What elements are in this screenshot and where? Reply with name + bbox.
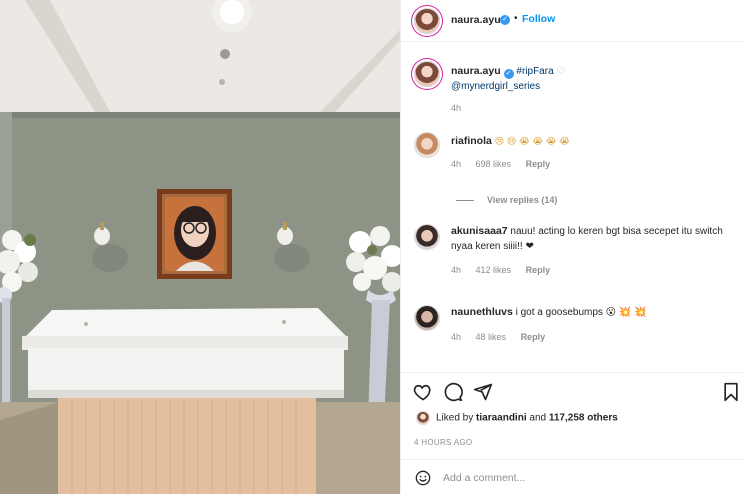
heart-icon[interactable] [413, 382, 433, 402]
post-sidebar: naura.ayu ✓ • Follow naura.ayu ✓ #ripFara… [400, 0, 745, 494]
separator-dot: • [514, 13, 518, 24]
caption-text: naura.ayu ✓ #ripFara ♡ @mynerdgirl_series [451, 64, 731, 94]
liker-avatar[interactable] [416, 411, 430, 425]
comment-body: i got a goosebumps 😮 💥 💥 [515, 307, 647, 318]
reply-button[interactable]: Reply [526, 265, 551, 275]
caption-avatar[interactable] [414, 61, 440, 87]
likes-and-label: and [529, 412, 547, 424]
post-photo [0, 0, 400, 494]
author-username[interactable]: naura.ayu [451, 14, 501, 26]
follow-button[interactable]: Follow [522, 13, 555, 25]
replies-divider [456, 200, 474, 202]
comment-avatar[interactable] [414, 224, 440, 250]
comment-meta: 4h 698 likes Reply [451, 159, 562, 169]
add-comment-bar [401, 459, 745, 494]
comment-likes[interactable]: 48 likes [476, 332, 507, 342]
post-header: naura.ayu ✓ • Follow [401, 0, 745, 42]
comment-meta: 4h 412 likes Reply [451, 265, 562, 275]
verified-icon: ✓ [500, 15, 510, 25]
comment-avatar[interactable] [414, 132, 440, 158]
action-bar [401, 372, 745, 410]
comment-text: riafinola 😢 😢 😭 😭 😭 😭 [451, 134, 731, 150]
comment-text: akunisaaa7 nauu! acting lo keren bgt bis… [451, 224, 731, 254]
share-icon[interactable] [473, 382, 493, 402]
comment-avatar[interactable] [414, 305, 440, 331]
comment-meta: 4h 48 likes Reply [451, 332, 557, 342]
caption-time[interactable]: 4h [451, 103, 461, 113]
view-replies-button[interactable]: View replies (14) [456, 195, 557, 205]
caption-meta: 4h [451, 103, 473, 113]
liker-username[interactable]: tiaraandini [476, 413, 527, 424]
caption-username[interactable]: naura.ayu [451, 65, 501, 77]
comment-icon[interactable] [443, 382, 463, 402]
comment-likes[interactable]: 412 likes [476, 265, 512, 275]
smile-icon[interactable] [415, 470, 431, 486]
reply-button[interactable]: Reply [526, 159, 551, 169]
comment-likes[interactable]: 698 likes [476, 159, 512, 169]
author-avatar[interactable] [414, 8, 440, 34]
view-replies-label: View replies (14) [487, 195, 558, 205]
caption-mention[interactable]: @mynerdgirl_series [451, 81, 540, 92]
comment-time[interactable]: 4h [451, 332, 461, 342]
likes-count[interactable]: 117,258 others [549, 413, 618, 424]
comment-input[interactable] [443, 469, 733, 487]
comment-username[interactable]: riafinola [451, 135, 492, 147]
caption-heart: ♡ [556, 66, 566, 77]
likes-summary: Liked by tiaraandini and 117,258 others [416, 411, 618, 425]
comment-username[interactable]: akunisaaa7 [451, 225, 508, 237]
comment-time[interactable]: 4h [451, 265, 461, 275]
comment-username[interactable]: naunethluvs [451, 306, 513, 318]
post-timestamp[interactable]: 4 HOURS AGO [414, 438, 472, 447]
funeral-photo-illustration [0, 0, 400, 494]
liked-by-label: Liked by [436, 412, 474, 424]
comment-time[interactable]: 4h [451, 159, 461, 169]
verified-icon: ✓ [503, 69, 514, 79]
bookmark-icon[interactable] [722, 382, 740, 402]
comment-text: naunethluvs i got a goosebumps 😮 💥 💥 [451, 305, 731, 320]
caption-hashtag[interactable]: #ripFara [516, 66, 553, 77]
reply-button[interactable]: Reply [521, 332, 546, 342]
comment-body: 😢 😢 😭 😭 😭 😭 [494, 137, 570, 147]
